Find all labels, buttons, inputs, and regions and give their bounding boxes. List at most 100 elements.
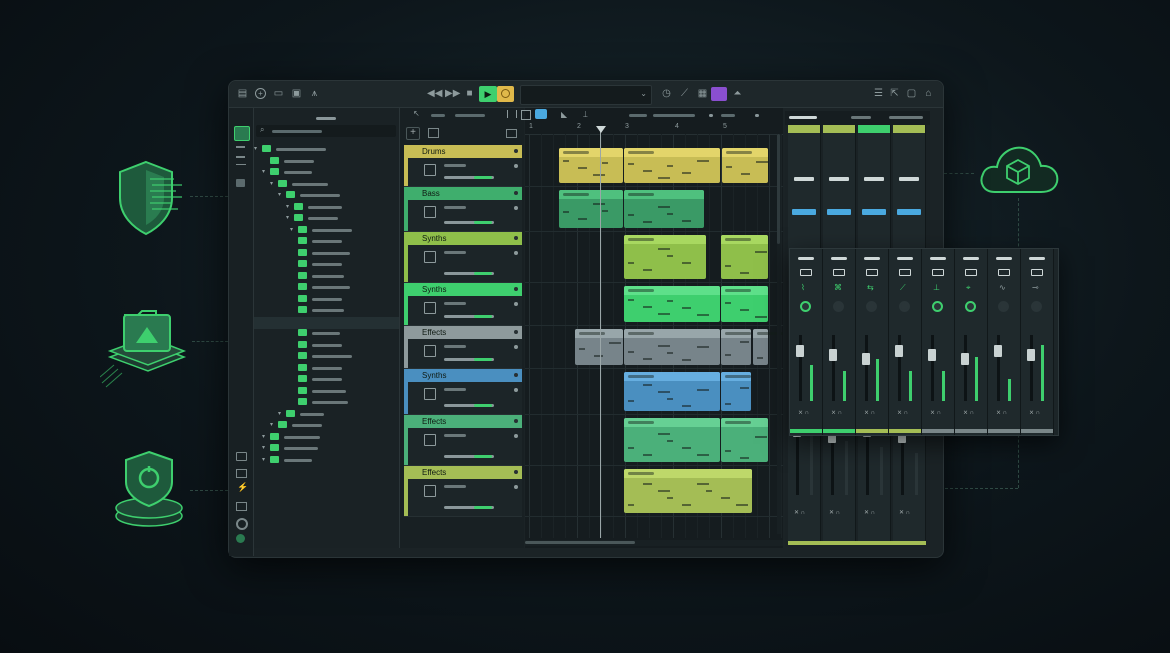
channel-slot[interactable] bbox=[998, 269, 1010, 276]
pan-knob[interactable] bbox=[833, 301, 844, 312]
pan-knob[interactable] bbox=[932, 301, 943, 312]
tree-item[interactable] bbox=[298, 282, 399, 292]
pan-knob[interactable] bbox=[800, 301, 811, 312]
region-clip[interactable] bbox=[559, 148, 623, 183]
tree-item[interactable] bbox=[298, 271, 399, 281]
tree-item[interactable]: ▾ bbox=[262, 167, 399, 177]
fader-knob[interactable] bbox=[862, 353, 870, 365]
chevron-down-icon[interactable]: ▾ bbox=[262, 456, 265, 463]
region-clip[interactable] bbox=[721, 372, 751, 411]
track-header[interactable]: Drums bbox=[404, 145, 522, 158]
mute-solo-buttons[interactable]: ⨯ ∩ bbox=[897, 409, 908, 416]
playhead-marker-icon[interactable] bbox=[596, 126, 606, 133]
plugin-button[interactable] bbox=[711, 87, 727, 101]
export-icon[interactable]: ⇱ bbox=[889, 88, 900, 99]
track-menu-icon[interactable] bbox=[514, 419, 518, 423]
tree-item[interactable]: ▾ bbox=[262, 455, 399, 465]
fader-knob[interactable] bbox=[829, 349, 837, 361]
channel-slot[interactable] bbox=[866, 269, 878, 276]
region-clip[interactable] bbox=[624, 418, 720, 462]
track-menu-icon[interactable] bbox=[514, 470, 518, 474]
channel-slot[interactable] bbox=[800, 269, 812, 276]
fader-knob[interactable] bbox=[1027, 349, 1035, 361]
tree-item[interactable] bbox=[298, 374, 399, 384]
snap-icon[interactable] bbox=[507, 110, 517, 118]
duplicate-track-icon[interactable] bbox=[428, 128, 439, 138]
chevron-down-icon[interactable]: ▾ bbox=[270, 180, 273, 187]
region-clip[interactable] bbox=[624, 148, 720, 183]
horizontal-scrollbar[interactable] bbox=[525, 540, 783, 546]
add-track-button[interactable]: + bbox=[406, 127, 420, 140]
fader-track[interactable] bbox=[865, 335, 868, 401]
tree-item[interactable] bbox=[298, 340, 399, 350]
tree-item[interactable] bbox=[298, 236, 399, 246]
track-menu-icon[interactable] bbox=[514, 373, 518, 377]
fader-knob[interactable] bbox=[994, 345, 1002, 357]
tree-item[interactable] bbox=[270, 156, 399, 166]
tree-item[interactable]: ▾ bbox=[286, 202, 399, 212]
track-status-icon[interactable] bbox=[514, 485, 518, 489]
list-icon[interactable]: ☰ bbox=[873, 88, 884, 99]
track-menu-icon[interactable] bbox=[514, 149, 518, 153]
folder-track-icon[interactable] bbox=[506, 129, 517, 138]
plugin-icon[interactable]: ⇆ bbox=[867, 283, 874, 292]
channel-slot[interactable] bbox=[833, 269, 845, 276]
channel-slot[interactable] bbox=[864, 177, 884, 181]
play-button[interactable]: ▶ bbox=[479, 86, 497, 102]
track-header[interactable]: Synths bbox=[404, 232, 522, 245]
tree-item[interactable]: ▾ bbox=[262, 432, 399, 442]
channel-slot[interactable] bbox=[829, 177, 849, 181]
fader-knob[interactable] bbox=[796, 345, 804, 357]
region-clip[interactable] bbox=[721, 329, 751, 365]
pan-knob[interactable] bbox=[866, 301, 877, 312]
rewind-icon[interactable]: ◀◀ bbox=[427, 88, 442, 99]
pencil-icon[interactable]: ⟋ bbox=[679, 88, 690, 99]
region-clip[interactable] bbox=[624, 235, 706, 279]
fader-knob[interactable] bbox=[961, 353, 969, 365]
mute-solo-buttons[interactable]: ⨯ ∩ bbox=[831, 409, 842, 416]
track-status-icon[interactable] bbox=[514, 164, 518, 168]
tree-item[interactable]: ▾ bbox=[270, 420, 399, 430]
tree-item[interactable]: ▾ bbox=[286, 213, 399, 223]
track-header[interactable]: Synths bbox=[404, 283, 522, 296]
track-header[interactable]: Effects bbox=[404, 326, 522, 339]
track-status-icon[interactable] bbox=[514, 302, 518, 306]
vertical-scrollbar[interactable] bbox=[777, 134, 781, 534]
track-header[interactable]: Effects bbox=[404, 415, 522, 428]
plugin-icon[interactable]: ∿ bbox=[999, 283, 1006, 292]
bolt-icon[interactable]: ⚡ bbox=[237, 482, 248, 493]
mixer-tab[interactable] bbox=[889, 116, 923, 119]
monitor-icon[interactable] bbox=[236, 469, 247, 478]
channel-slot[interactable] bbox=[899, 269, 911, 276]
tree-item[interactable]: ▾ bbox=[278, 190, 399, 200]
channel-slot[interactable] bbox=[965, 269, 977, 276]
settings-icon[interactable]: ⌂ bbox=[923, 88, 934, 99]
tree-item[interactable] bbox=[298, 305, 399, 315]
mute-icon[interactable]: ✕ ∩ bbox=[794, 509, 805, 516]
channel-send-button[interactable] bbox=[827, 209, 851, 215]
channel-slot[interactable] bbox=[899, 177, 919, 181]
pan-knob[interactable] bbox=[899, 301, 910, 312]
selected-tree-row[interactable] bbox=[254, 317, 399, 329]
region-clip[interactable] bbox=[624, 329, 720, 365]
tree-item[interactable]: ▾ bbox=[278, 409, 399, 419]
plugin-icon[interactable]: ⌇ bbox=[801, 283, 805, 292]
plugin-icon[interactable]: ⊥ bbox=[933, 283, 940, 292]
region-clip[interactable] bbox=[624, 286, 720, 322]
track-header[interactable]: Bass bbox=[404, 187, 522, 200]
chevron-down-icon[interactable]: ▾ bbox=[286, 214, 289, 221]
region-clip[interactable] bbox=[624, 469, 752, 513]
region-clip[interactable] bbox=[721, 418, 768, 462]
fader-track[interactable] bbox=[964, 335, 967, 401]
tree-item[interactable] bbox=[298, 259, 399, 269]
mute-solo-buttons[interactable]: ⨯ ∩ bbox=[1029, 409, 1040, 416]
mixer-tab[interactable] bbox=[789, 116, 817, 119]
chevron-down-icon[interactable]: ▾ bbox=[262, 444, 265, 451]
fader-knob[interactable] bbox=[895, 345, 903, 357]
tree-item[interactable] bbox=[298, 363, 399, 373]
share-icon[interactable]: ▢ bbox=[906, 88, 917, 99]
mute-solo-buttons[interactable]: ⨯ ∩ bbox=[798, 409, 809, 416]
region-clip[interactable] bbox=[624, 190, 704, 228]
tree-item[interactable] bbox=[298, 294, 399, 304]
tree-item[interactable] bbox=[298, 248, 399, 258]
